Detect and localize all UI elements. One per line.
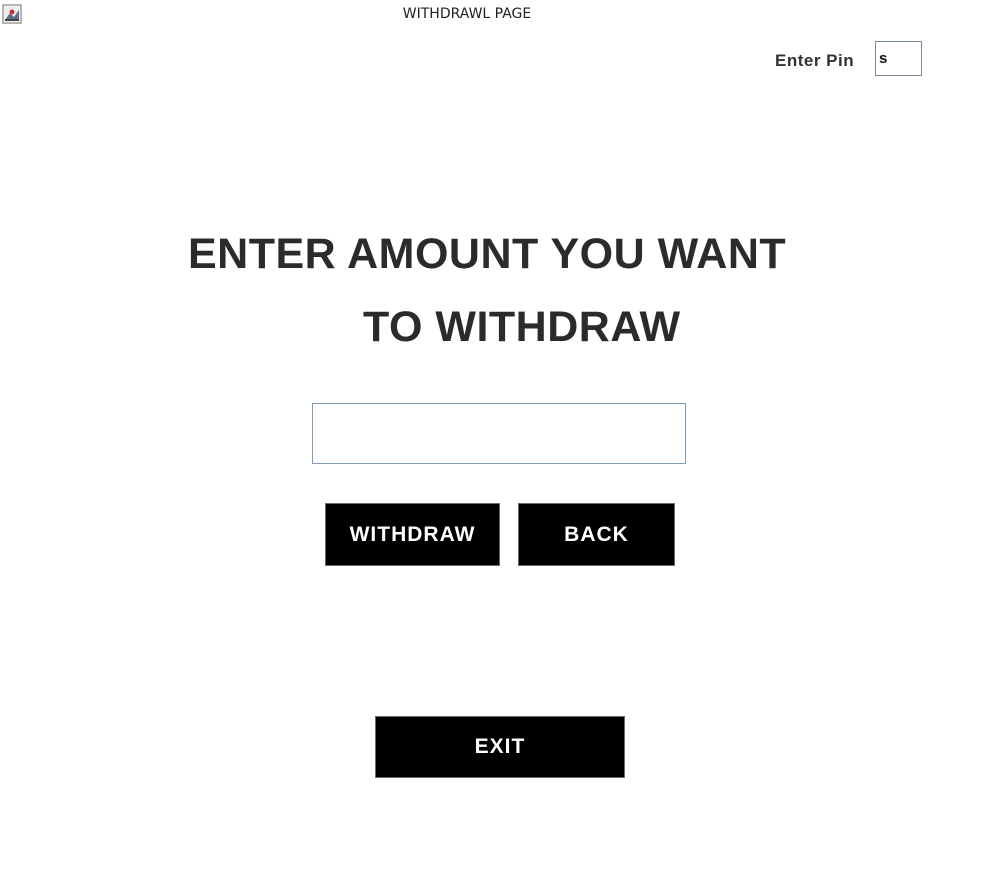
window-title: WITHDRAWL PAGE (0, 6, 982, 22)
withdraw-button[interactable]: WITHDRAW (325, 503, 500, 566)
heading-line-2: TO WITHDRAW (363, 303, 681, 351)
back-button-label: BACK (564, 522, 629, 546)
exit-button-label: EXIT (474, 735, 526, 758)
withdraw-button-label: WITHDRAW (349, 522, 476, 546)
withdrawal-window: WITHDRAWL PAGE Enter Pin ENTER AMOUNT YO… (0, 0, 982, 894)
pin-input[interactable] (875, 41, 922, 76)
back-button[interactable]: BACK (518, 503, 675, 566)
amount-input[interactable] (312, 403, 686, 464)
exit-button[interactable]: EXIT (375, 716, 625, 778)
pin-label: Enter Pin (775, 51, 855, 70)
heading-line-1: ENTER AMOUNT YOU WANT (188, 230, 787, 278)
window-title-text: WITHDRAWL PAGE (402, 6, 532, 22)
